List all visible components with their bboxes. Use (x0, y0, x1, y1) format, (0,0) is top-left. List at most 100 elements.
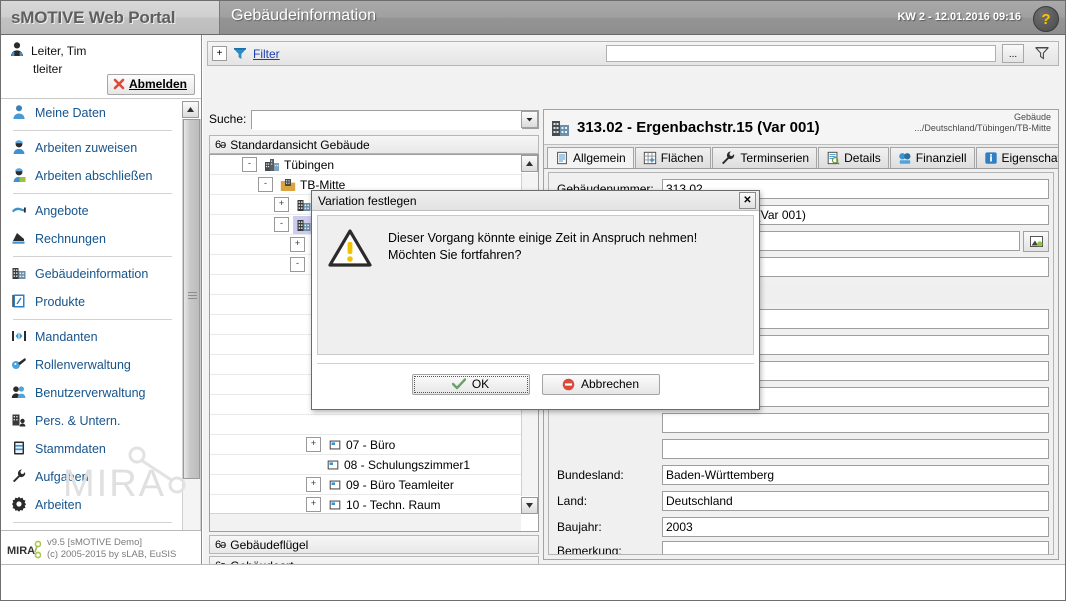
expand-icon[interactable]: + (290, 237, 305, 252)
dialog-cancel-button[interactable]: Abbrechen (541, 373, 660, 395)
sidebar-item-meine-daten[interactable]: Meine Daten (1, 99, 184, 127)
masterdata-icon (14, 441, 24, 454)
sidebar-item-angebote[interactable]: Angebote (1, 197, 184, 225)
dialog-ok-button[interactable]: OK (411, 373, 530, 395)
tree-row-label: 07 - Büro (346, 437, 396, 452)
logout-button[interactable]: Abmelden (106, 74, 195, 95)
tab-terminserien[interactable]: Terminserien (712, 147, 818, 168)
filter-options-button[interactable]: ... (1002, 44, 1024, 63)
sidebar-item-benutzerverwaltung[interactable]: Benutzerverwaltung (1, 379, 184, 407)
building-icon (296, 197, 312, 213)
tree-row[interactable]: +07 - Büro (210, 435, 521, 455)
field-picker-button[interactable] (1023, 230, 1049, 252)
room-icon (329, 440, 341, 449)
expand-icon[interactable]: + (306, 497, 321, 512)
close-icon[interactable]: ✕ (739, 192, 756, 209)
worker-complete-icon (13, 167, 26, 182)
tab-label: Terminserien (740, 151, 810, 165)
tab-eigenschaften[interactable]: Eigenschaften (975, 147, 1059, 168)
dialog-cancel-label: Abbrechen (580, 377, 640, 391)
expand-icon[interactable]: + (274, 197, 289, 212)
sidebar-menu: Meine Daten Arbeiten zuweisen Arbeiten abs… (1, 99, 184, 566)
persons-company-icon (12, 414, 26, 426)
application-window: sMOTIVE Web Portal Gebäudeinformation KW… (0, 0, 1066, 601)
sidebar-item-mandanten[interactable]: Mandanten (1, 323, 184, 351)
invoice-icon (11, 230, 27, 249)
collapse-icon[interactable]: - (290, 257, 305, 272)
sidebar-item-arbeiten-zuweisen[interactable]: Arbeiten zuweisen (1, 134, 184, 162)
filter-input[interactable] (606, 45, 996, 62)
help-icon[interactable]: ? (1033, 6, 1059, 32)
tree-row[interactable]: +09 - Büro Teamleiter (210, 475, 521, 495)
scroll-thumb[interactable] (183, 119, 200, 479)
field-textarea[interactable] (662, 541, 1049, 554)
scroll-up-icon[interactable] (182, 101, 199, 118)
expand-icon[interactable]: + (306, 477, 321, 492)
tab-details[interactable]: Details (818, 147, 889, 168)
glasses-icon: 6ə (215, 138, 226, 151)
search-input-wrap[interactable] (251, 109, 539, 130)
tab-flächen[interactable]: Flächen (634, 147, 712, 168)
masterdata-icon (11, 440, 27, 459)
sidebar-item-pers-untern[interactable]: Pers. & Untern. (1, 407, 184, 435)
tree-section-geb-udefl-gel[interactable]: 6ə Gebäudeflügel (209, 535, 539, 554)
filter-label[interactable]: Filter (253, 47, 280, 61)
collapse-icon[interactable]: - (258, 177, 273, 192)
field-input[interactable] (662, 413, 1049, 433)
field-input[interactable]: 2003 (662, 517, 1049, 537)
grid-icon (643, 151, 656, 165)
roles-icon (11, 356, 27, 375)
sidebar-item-arbeiten-abschlie-en[interactable]: Arbeiten abschließen (1, 162, 184, 190)
form-row (553, 411, 1049, 435)
sidebar-item-produkte[interactable]: Produkte (1, 288, 184, 316)
tree-row[interactable] (210, 415, 521, 435)
tree-scroll-down-icon[interactable] (521, 497, 538, 514)
field-input[interactable]: Baden-Württemberg (662, 465, 1049, 485)
tree-row[interactable]: +10 - Techn. Raum (210, 495, 521, 514)
sidebar-item-stammdaten[interactable]: Stammdaten (1, 435, 184, 463)
tree-scrollbar-horizontal[interactable] (210, 513, 521, 531)
sidebar-scrollbar[interactable] (182, 101, 201, 564)
sidebar-item-rechnungen[interactable]: Rechnungen (1, 225, 184, 253)
tree-scroll-up-icon[interactable] (521, 155, 538, 172)
building-icon (297, 199, 311, 211)
search-input[interactable] (252, 110, 522, 130)
brand-title: sMOTIVE Web Portal (11, 7, 176, 27)
tree-section-label: Standardansicht Gebäude (230, 137, 370, 152)
sidebar-item-geb-udeinformation[interactable]: Gebäudeinformation (1, 260, 184, 288)
tree-row[interactable]: 08 - Schulungszimmer1 (210, 455, 521, 475)
form-row (553, 437, 1049, 461)
users-icon (11, 385, 26, 398)
sidebar-item-label: Arbeiten zuweisen (35, 141, 138, 155)
sidebar-item-arbeiten[interactable]: Arbeiten (1, 491, 184, 519)
tree-row[interactable]: - Tübingen (210, 155, 521, 175)
detail-header: 313.02 - Ergenbachstr.15 (Var 001) Gebäu… (544, 110, 1058, 145)
scroll-track[interactable] (182, 119, 201, 546)
collapse-icon[interactable]: - (274, 217, 289, 232)
wrench-icon (720, 150, 736, 166)
tab-label: Eigenschaften (1001, 151, 1059, 165)
collapse-icon[interactable]: - (242, 157, 257, 172)
sidebar-item-label: Gebäudeinformation (35, 267, 149, 281)
field-input[interactable] (662, 439, 1049, 459)
sidebar-divider (13, 522, 172, 523)
sidebar-item-rollenverwaltung[interactable]: Rollenverwaltung (1, 351, 184, 379)
tab-finanziell[interactable]: Finanziell (889, 147, 975, 168)
tree-section-header[interactable]: 6ə Standardansicht Gebäude (209, 135, 539, 154)
search-dropdown-icon[interactable] (521, 110, 538, 128)
field-input[interactable]: Deutschland (662, 491, 1049, 511)
tab-label: Details (844, 151, 881, 165)
expand-filter-icon[interactable]: + (212, 46, 227, 61)
tab-allgemein[interactable]: Allgemein (547, 147, 634, 168)
tab-label: Flächen (660, 151, 704, 165)
dialog-footer: OK Abbrechen (317, 363, 754, 404)
expand-icon[interactable]: + (306, 437, 321, 452)
sidebar-item-aufgaben[interactable]: Aufgaben (1, 463, 184, 491)
field-label-text: Land: (557, 494, 588, 508)
tree-row-label-wrap: Tübingen (261, 156, 337, 174)
warning-triangle-icon (328, 229, 372, 267)
users-icon (11, 384, 27, 403)
roles-icon (12, 357, 26, 369)
svg-text:MIRA: MIRA (7, 545, 35, 557)
apply-filter-icon[interactable] (1030, 43, 1054, 64)
